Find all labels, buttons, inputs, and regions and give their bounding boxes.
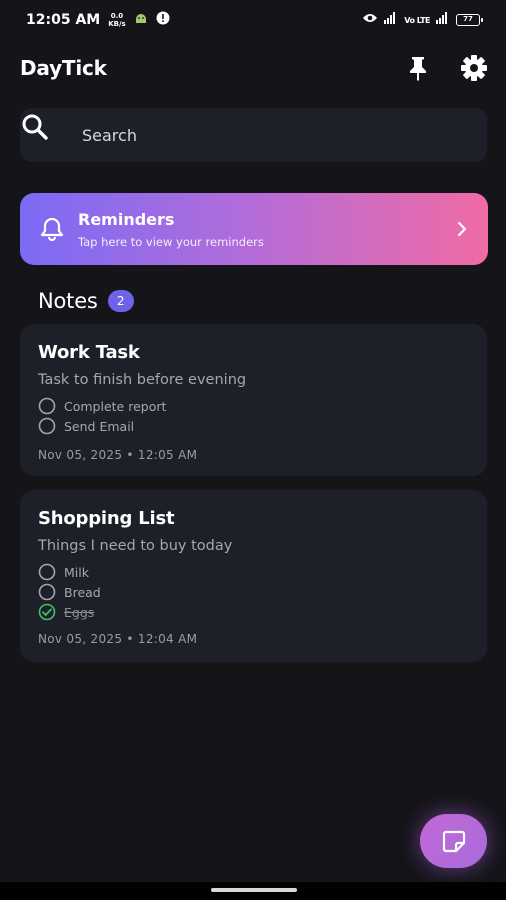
volte-label: Vo LTE — [404, 15, 430, 25]
bell-icon — [40, 217, 64, 242]
new-note-icon — [442, 830, 465, 853]
search-bar[interactable] — [20, 108, 487, 162]
signal-icon — [384, 12, 398, 28]
note-description: Task to finish before evening — [38, 372, 247, 388]
status-bar: 12:05 AM 0.0 KB/s Vo LTE 77 — [0, 0, 506, 40]
status-bar-right: Vo LTE 77 — [362, 12, 483, 28]
unchecked-circle-icon — [38, 583, 56, 601]
android-icon — [134, 11, 148, 29]
status-time: 12:05 AM — [26, 12, 101, 28]
checklist-item[interactable]: Milk — [38, 563, 89, 581]
eye-icon — [362, 12, 378, 28]
note-date: Nov 05, 2025 • 12:05 AM — [38, 448, 198, 462]
notes-heading: Notes 2 — [38, 289, 134, 313]
notes-title: Notes — [38, 289, 98, 313]
checklist-label-done: Eggs — [64, 604, 95, 620]
header-actions — [402, 52, 490, 84]
navigation-bar — [0, 882, 506, 900]
note-card-shopping-list[interactable]: Shopping List Things I need to buy today… — [20, 490, 487, 662]
app-header: DayTick — [20, 50, 487, 86]
pin-button[interactable] — [402, 52, 434, 84]
unchecked-circle-icon — [38, 417, 56, 435]
reminders-title: Reminders — [78, 210, 175, 229]
search-icon — [18, 110, 52, 144]
checklist-label: Milk — [64, 564, 89, 580]
network-speed-unit: KB/s — [108, 20, 126, 28]
notes-count-badge: 2 — [107, 290, 134, 312]
checklist-item[interactable]: Send Email — [38, 417, 134, 435]
network-speed-value: 0.0 — [110, 12, 124, 20]
pin-icon — [410, 57, 426, 81]
checklist-item[interactable]: Bread — [38, 583, 101, 601]
chevron-right-icon — [457, 221, 467, 237]
checked-circle-icon — [38, 603, 56, 621]
checklist-item[interactable]: Complete report — [38, 397, 166, 415]
gear-icon — [461, 55, 487, 81]
note-description: Things I need to buy today — [38, 538, 233, 554]
unchecked-circle-icon — [38, 397, 56, 415]
note-date: Nov 05, 2025 • 12:04 AM — [38, 632, 198, 646]
new-note-button[interactable] — [420, 814, 487, 868]
search-input[interactable] — [82, 108, 462, 162]
note-title: Shopping List — [38, 508, 175, 529]
alert-icon — [156, 11, 170, 29]
note-card-work-task[interactable]: Work Task Task to finish before evening … — [20, 324, 487, 476]
status-bar-left: 12:05 AM 0.0 KB/s — [26, 11, 170, 29]
checklist-label: Send Email — [64, 418, 135, 434]
settings-button[interactable] — [458, 52, 490, 84]
home-indicator[interactable] — [211, 888, 297, 892]
network-speed: 0.0 KB/s — [108, 12, 125, 28]
signal-icon-2 — [436, 12, 450, 28]
checklist-label: Bread — [64, 584, 101, 600]
checklist-label: Complete report — [64, 398, 167, 414]
note-title: Work Task — [38, 342, 140, 363]
checklist-item[interactable]: Eggs — [38, 603, 94, 621]
reminders-subtitle: Tap here to view your reminders — [78, 235, 264, 249]
unchecked-circle-icon — [38, 563, 56, 581]
app-title: DayTick — [20, 56, 107, 80]
reminders-banner[interactable]: Reminders Tap here to view your reminder… — [20, 193, 488, 265]
battery-indicator: 77 — [456, 14, 483, 26]
